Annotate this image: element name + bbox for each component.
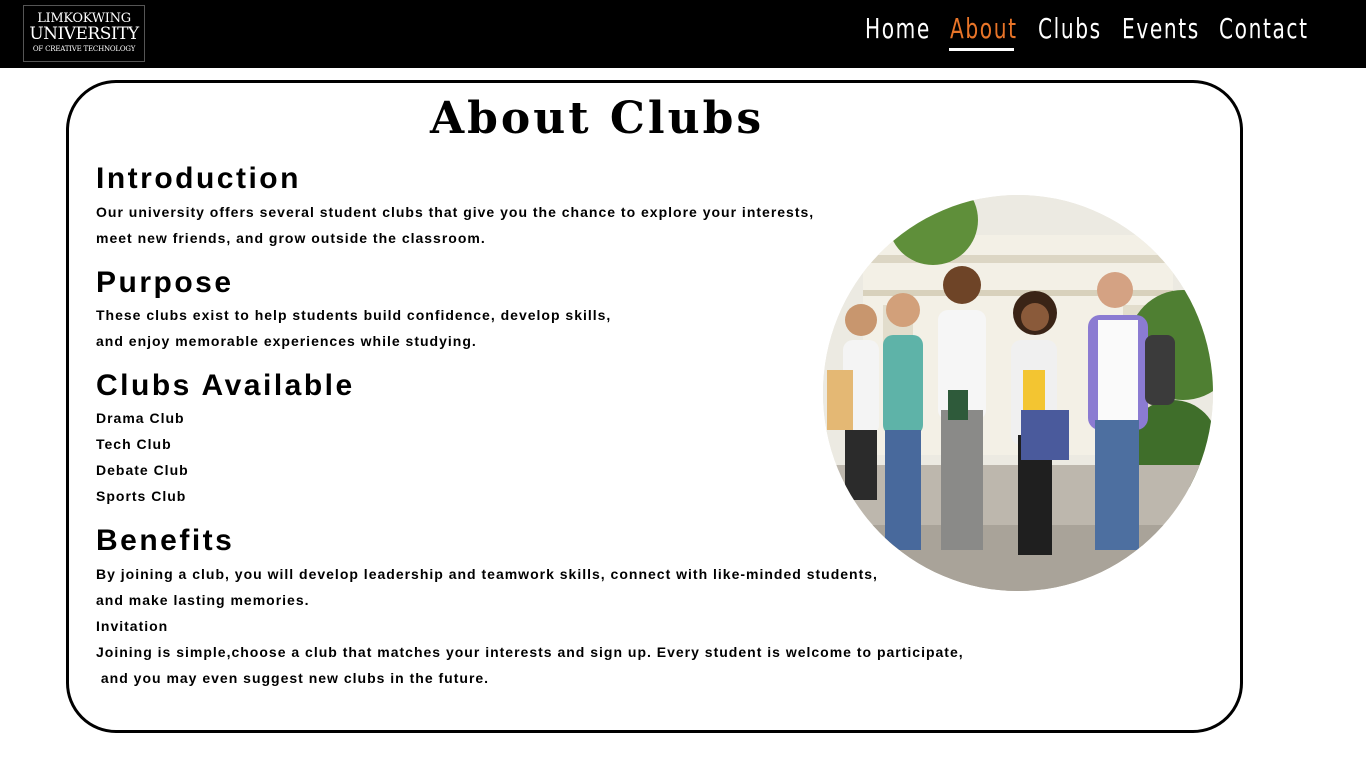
purpose-text-line-1: These clubs exist to help students build… <box>96 307 612 323</box>
university-logo[interactable]: LIMKOKWING UNIVERSITY OF CREATIVE TECHNO… <box>23 5 145 62</box>
benefits-text-line-1: By joining a club, you will develop lead… <box>96 566 878 582</box>
page-title: About Clubs <box>430 93 765 144</box>
logo-line-2: UNIVERSITY <box>29 24 139 44</box>
benefits-text-line-2: and make lasting memories. <box>96 592 310 608</box>
nav-contact-link[interactable]: Contact <box>1219 12 1309 52</box>
introduction-heading: Introduction <box>96 162 301 195</box>
invitation-text-line-1: Joining is simple,choose a club that mat… <box>96 644 964 660</box>
navbar: LIMKOKWING UNIVERSITY OF CREATIVE TECHNO… <box>0 0 1366 68</box>
club-list-item: Debate Club <box>96 462 189 478</box>
logo-line-3: OF CREATIVE TECHNOLOGY <box>32 45 136 53</box>
invitation-label: Invitation <box>96 618 169 634</box>
benefits-heading: Benefits <box>96 524 235 557</box>
purpose-heading: Purpose <box>96 266 234 299</box>
clubs-available-heading: Clubs Available <box>96 369 355 402</box>
nav-clubs-link[interactable]: Clubs <box>1038 12 1102 52</box>
introduction-text-line-2: meet new friends, and grow outside the c… <box>96 230 486 246</box>
students-photo <box>823 195 1213 591</box>
club-list-item: Drama Club <box>96 410 185 426</box>
nav-home-link[interactable]: Home <box>865 12 931 52</box>
nav-events-link[interactable]: Events <box>1122 12 1200 52</box>
club-list-item: Tech Club <box>96 436 172 452</box>
purpose-text-line-2: and enjoy memorable experiences while st… <box>96 333 477 349</box>
club-list-item: Sports Club <box>96 488 187 504</box>
nav-about-link[interactable]: About <box>950 12 1018 52</box>
invitation-text-line-2: and you may even suggest new clubs in th… <box>96 670 490 686</box>
introduction-text-line-1: Our university offers several student cl… <box>96 204 815 220</box>
active-nav-underline <box>949 48 1014 51</box>
